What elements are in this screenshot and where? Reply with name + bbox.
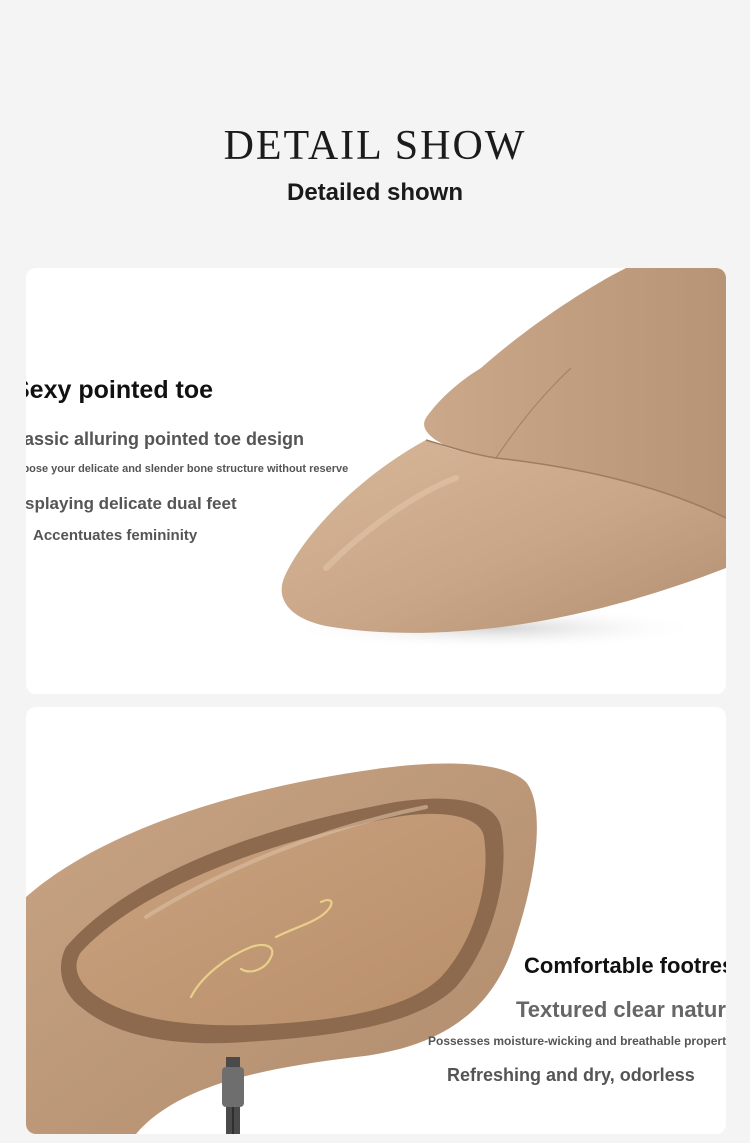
pointed-toe-shoe-photo bbox=[281, 268, 726, 650]
toe-line2: Expose your delicate and slender bone st… bbox=[26, 463, 349, 475]
footrest-line3: Refreshing and dry, odorless bbox=[447, 1065, 695, 1085]
detail-card-toe: Sexy pointed toe Classic alluring pointe… bbox=[26, 268, 726, 694]
toe-line1: Classic alluring pointed toe design bbox=[26, 429, 305, 449]
footrest-line1: Textured clear natural bbox=[516, 997, 726, 1022]
header-subtitle: Detailed shown bbox=[286, 179, 464, 206]
zipper-icon bbox=[222, 1057, 244, 1134]
footrest-heading: Comfortable footrest bbox=[524, 953, 726, 978]
header-title: DETAIL SHOW bbox=[223, 123, 527, 169]
toe-line4: Accentuates femininity bbox=[33, 527, 198, 544]
toe-line3: Displaying delicate dual feet bbox=[26, 494, 237, 513]
toe-heading: Sexy pointed toe bbox=[26, 376, 214, 404]
detail-card-footrest: Comfortable footrest Textured clear natu… bbox=[26, 707, 726, 1134]
footrest-line2: Possesses moisture-wicking and breathabl… bbox=[428, 1034, 726, 1048]
